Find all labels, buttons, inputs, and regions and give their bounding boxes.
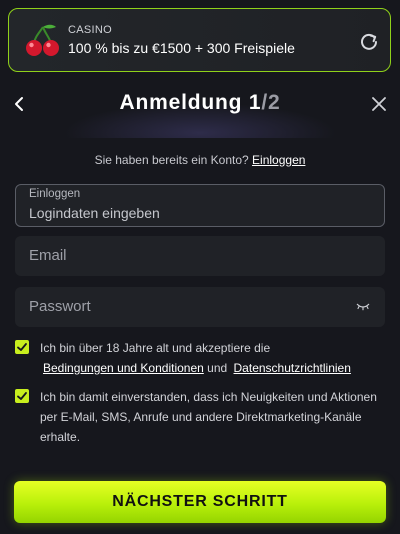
age-terms-checkbox[interactable] — [15, 340, 29, 354]
page-title: Anmeldung 1/2 — [0, 91, 400, 115]
check-icon — [17, 343, 27, 351]
age-terms-consent: Ich bin über 18 Jahre alt und akzeptiere… — [40, 338, 390, 378]
login-prompt: Sie haben bereits ein Konto? Einloggen — [0, 153, 400, 167]
eye-closed-icon[interactable] — [356, 301, 370, 311]
password-input[interactable]: Passwort — [29, 298, 91, 315]
marketing-consent: Ich bin damit einverstanden, dass ich Ne… — [40, 390, 377, 444]
login-prompt-text: Sie haben bereits ein Konto? — [94, 153, 253, 167]
marketing-checkbox[interactable] — [15, 389, 29, 403]
refresh-icon[interactable] — [358, 31, 380, 53]
close-icon[interactable] — [370, 95, 388, 113]
promo-banner[interactable]: CASINO 100 % bis zu €1500 + 300 Freispie… — [8, 8, 391, 72]
privacy-link[interactable]: Datenschutzrichtlinien — [234, 361, 351, 375]
promo-offer: 100 % bis zu €1500 + 300 Freispiele — [68, 40, 295, 56]
next-step-button[interactable]: NÄCHSTER SCHRITT — [14, 481, 386, 523]
login-field-label: Einloggen — [29, 188, 81, 200]
promo-category: CASINO — [68, 24, 112, 36]
title-step: 1 — [248, 91, 262, 114]
email-field[interactable]: Email — [15, 236, 385, 276]
title-total: /2 — [261, 91, 281, 114]
title-text: Anmeldung — [119, 91, 249, 114]
consent1-and: und — [203, 361, 231, 375]
password-field[interactable]: Passwort — [15, 287, 385, 327]
check-icon — [17, 392, 27, 400]
login-link[interactable]: Einloggen — [252, 153, 305, 167]
login-input[interactable]: Logindaten eingeben — [29, 205, 160, 221]
consent1-text: Ich bin über 18 Jahre alt und akzeptiere… — [40, 341, 271, 355]
cherries-icon — [26, 24, 59, 56]
email-input[interactable]: Email — [29, 247, 67, 264]
terms-link[interactable]: Bedingungen und Konditionen — [43, 361, 204, 375]
login-field[interactable]: Einloggen Logindaten eingeben — [15, 184, 385, 227]
